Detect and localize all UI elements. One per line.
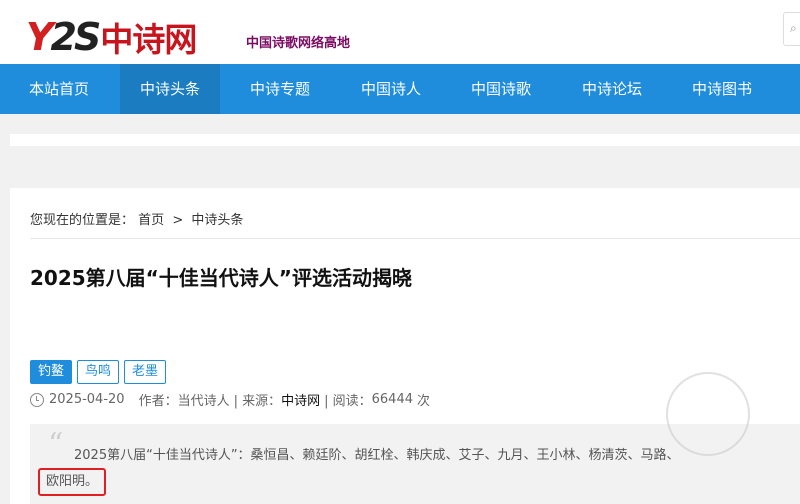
logo-text: 中诗网 [100,20,197,59]
article-source[interactable]: 中诗网 [281,390,320,409]
article-meta: 2025-04-20 作者：当代诗人 | 来源： 中诗网 | 阅读： 66444… [30,390,430,409]
breadcrumb-home-link[interactable]: 首页 [138,213,164,228]
article-author: 作者：当代诗人 [138,394,230,409]
divider [30,238,800,239]
nav-item-headlines[interactable]: 中诗头条 [120,64,220,114]
clock-icon [30,392,44,407]
article-reads-unit: 次 [416,394,430,409]
article-panel: 您现在的位置是： 首页 > 中诗头条 2025第八届“十佳当代诗人”评选活动揭晓… [10,188,800,504]
article-source-label: | 来源： [233,394,282,409]
nav-item-poets[interactable]: 中国诗人 [341,64,441,114]
logo-mark: Y2S [26,15,101,59]
quote-icon: “ [48,427,64,462]
article-date: 2025-04-20 [49,392,125,407]
site-slogan: 中国诗歌网络高地 [246,36,351,51]
search-input[interactable]: ⌕ [783,12,800,46]
tag-niaoming[interactable]: 鸟鸣 [77,360,120,384]
site-logo[interactable]: Y2S 中诗网 [26,4,197,59]
nav-item-books[interactable]: 中诗图书 [672,64,772,114]
site-header: Y2S 中诗网 中国诗歌网络高地 ⌕ [0,0,800,64]
tag-list: 钓鳌 鸟鸣 老墨 [30,360,171,384]
nav-item-poems[interactable]: 中国诗歌 [451,64,551,114]
nav-item-forum[interactable]: 中诗论坛 [562,64,662,114]
article-reads-label: | 阅读： [324,394,372,409]
main-nav: 本站首页 中诗头条 中诗专题 中国诗人 中国诗歌 中诗论坛 中诗图书 [0,64,800,114]
breadcrumb-prefix: 您现在的位置是： [30,213,135,228]
article-reads: 66444 [371,392,413,407]
content-band [10,134,800,146]
search-icon: ⌕ [790,21,797,35]
breadcrumb-separator: > [172,213,184,228]
article-title: 2025第八届“十佳当代诗人”评选活动揭晓 [30,266,412,290]
nav-item-home[interactable]: 本站首页 [0,64,118,114]
nav-item-topics[interactable]: 中诗专题 [230,64,330,114]
summary-line-2-highlighted: 欧阳明。 [38,468,107,496]
watermark-seal-icon [666,372,750,456]
tag-laomo[interactable]: 老墨 [124,360,167,384]
breadcrumb-current-link[interactable]: 中诗头条 [191,213,243,228]
tag-diaoao[interactable]: 钓鳌 [30,360,73,384]
breadcrumb: 您现在的位置是： 首页 > 中诗头条 [30,209,243,228]
